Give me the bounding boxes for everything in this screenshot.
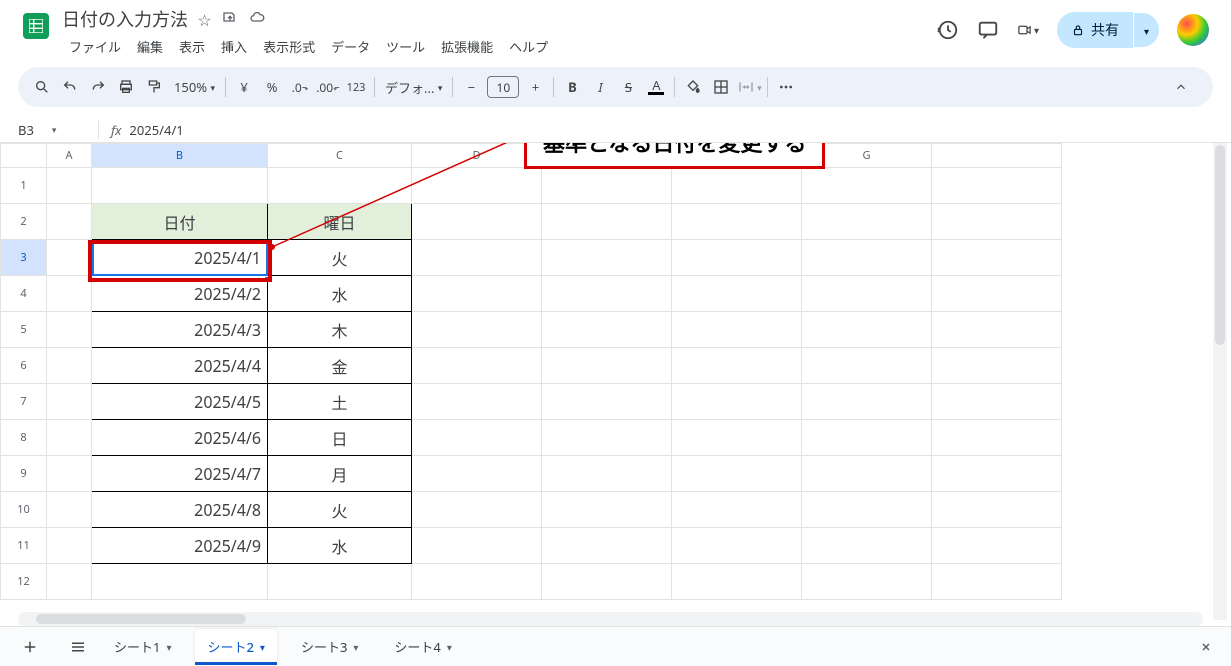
- bold-icon[interactable]: B: [558, 73, 586, 101]
- annotation-callout: 基準となる日付を変更する: [524, 143, 825, 169]
- select-all-corner[interactable]: [1, 144, 47, 168]
- row-header[interactable]: 4: [1, 276, 47, 312]
- increase-decimal-icon[interactable]: .00⬐: [314, 73, 342, 101]
- sheet-tab-3[interactable]: シート3▾: [289, 629, 370, 665]
- increase-font-icon[interactable]: +: [521, 73, 549, 101]
- row-header[interactable]: 6: [1, 348, 47, 384]
- paint-format-icon[interactable]: [140, 73, 168, 101]
- menu-file[interactable]: ファイル: [62, 34, 128, 59]
- decrease-font-icon[interactable]: −: [457, 73, 485, 101]
- row-header[interactable]: 5: [1, 312, 47, 348]
- cell-C9[interactable]: 月: [268, 456, 412, 492]
- row-header[interactable]: 11: [1, 528, 47, 564]
- row-header[interactable]: 7: [1, 384, 47, 420]
- format-currency-icon[interactable]: ¥: [230, 73, 258, 101]
- print-icon[interactable]: [112, 73, 140, 101]
- cell-C8[interactable]: 日: [268, 420, 412, 456]
- menu-tools[interactable]: ツール: [379, 34, 432, 59]
- annotation-cell-frame: [88, 240, 272, 282]
- annotation-connector: [268, 143, 538, 263]
- share-button[interactable]: 共有: [1057, 12, 1133, 48]
- account-avatar[interactable]: [1177, 14, 1209, 46]
- row-header[interactable]: 3: [1, 240, 47, 276]
- menu-insert[interactable]: 挿入: [214, 34, 254, 59]
- fx-icon: fx: [111, 121, 121, 139]
- col-header-H[interactable]: [932, 144, 1062, 168]
- sheet-tab-strip: シート1▾ シート2▾ シート3▾ シート4▾: [0, 626, 1231, 666]
- font-size-input[interactable]: 10: [487, 76, 519, 98]
- cell-B8[interactable]: 2025/4/6: [92, 420, 268, 456]
- strikethrough-icon[interactable]: S: [614, 73, 642, 101]
- cell-B11[interactable]: 2025/4/9: [92, 528, 268, 564]
- cell-B9[interactable]: 2025/4/7: [92, 456, 268, 492]
- toolbar: 150% ▾ ¥ % .0⬎ .00⬐ 123 デフォ... ▾ − 10 + …: [18, 67, 1213, 107]
- comments-icon[interactable]: [977, 19, 999, 41]
- star-icon[interactable]: ☆: [197, 9, 211, 31]
- menu-view[interactable]: 表示: [172, 34, 212, 59]
- share-label: 共有: [1091, 20, 1119, 40]
- app-header: 日付の入力方法 ☆ ファイル 編集 表示 挿入 表示形式 データ ツール 拡張機…: [0, 0, 1231, 59]
- cloud-status-icon[interactable]: [248, 9, 266, 31]
- more-toolbar-icon[interactable]: [772, 73, 800, 101]
- all-sheets-button[interactable]: [60, 629, 96, 665]
- col-header-B[interactable]: B: [92, 144, 268, 168]
- menu-bar: ファイル 編集 表示 挿入 表示形式 データ ツール 拡張機能 ヘルプ: [62, 34, 937, 59]
- cell-B6[interactable]: 2025/4/4: [92, 348, 268, 384]
- row-header[interactable]: 8: [1, 420, 47, 456]
- cell-C4[interactable]: 水: [268, 276, 412, 312]
- lock-icon: [1071, 23, 1085, 37]
- row-header[interactable]: 12: [1, 564, 47, 600]
- zoom-dropdown[interactable]: 150% ▾: [168, 73, 221, 101]
- more-formats-icon[interactable]: 123: [342, 73, 370, 101]
- doc-title[interactable]: 日付の入力方法: [62, 6, 188, 32]
- menu-help[interactable]: ヘルプ: [502, 34, 555, 59]
- cell-C6[interactable]: 金: [268, 348, 412, 384]
- menu-edit[interactable]: 編集: [130, 34, 170, 59]
- row-header[interactable]: 9: [1, 456, 47, 492]
- sheet-tab-4[interactable]: シート4▾: [382, 629, 463, 665]
- borders-icon[interactable]: [707, 73, 735, 101]
- cell-C10[interactable]: 火: [268, 492, 412, 528]
- explore-icon[interactable]: [1197, 638, 1219, 660]
- move-icon[interactable]: [222, 9, 238, 31]
- decrease-decimal-icon[interactable]: .0⬎: [286, 73, 314, 101]
- redo-icon[interactable]: [84, 73, 112, 101]
- menu-extensions[interactable]: 拡張機能: [434, 34, 500, 59]
- row-header[interactable]: 1: [1, 168, 47, 204]
- cell-B7[interactable]: 2025/4/5: [92, 384, 268, 420]
- vertical-scrollbar[interactable]: [1213, 143, 1227, 620]
- cell-B10[interactable]: 2025/4/8: [92, 492, 268, 528]
- row-header[interactable]: 2: [1, 204, 47, 240]
- history-icon[interactable]: [937, 19, 959, 41]
- menu-format[interactable]: 表示形式: [256, 34, 322, 59]
- merge-cells-icon[interactable]: ▾: [735, 73, 763, 101]
- cell-C7[interactable]: 土: [268, 384, 412, 420]
- row-header[interactable]: 10: [1, 492, 47, 528]
- cell-B5[interactable]: 2025/4/3: [92, 312, 268, 348]
- sheet-tab-2[interactable]: シート2▾: [195, 629, 276, 665]
- formula-row: B3▾ fx 2025/4/1: [0, 117, 1231, 143]
- cell-C11[interactable]: 水: [268, 528, 412, 564]
- sheet-tab-1[interactable]: シート1▾: [102, 629, 183, 665]
- name-box[interactable]: B3▾: [4, 121, 98, 139]
- cell-C5[interactable]: 木: [268, 312, 412, 348]
- format-percent-icon[interactable]: %: [258, 73, 286, 101]
- font-family-dropdown[interactable]: デフォ... ▾: [379, 73, 448, 101]
- fill-color-icon[interactable]: [679, 73, 707, 101]
- sheets-logo[interactable]: [16, 6, 56, 46]
- undo-icon[interactable]: [56, 73, 84, 101]
- text-color-icon[interactable]: A: [642, 73, 670, 101]
- search-menus-icon[interactable]: [28, 73, 56, 101]
- share-dropdown[interactable]: ▾: [1134, 13, 1159, 47]
- italic-icon[interactable]: I: [586, 73, 614, 101]
- add-sheet-button[interactable]: [12, 629, 48, 665]
- cell-B2[interactable]: 日付: [92, 204, 268, 240]
- horizontal-scrollbar[interactable]: [18, 612, 1203, 626]
- collapse-toolbar-icon[interactable]: [1167, 73, 1195, 101]
- col-header-A[interactable]: A: [47, 144, 92, 168]
- menu-data[interactable]: データ: [324, 34, 377, 59]
- meet-icon[interactable]: ▾: [1017, 19, 1039, 41]
- formula-bar[interactable]: 2025/4/1: [129, 121, 183, 139]
